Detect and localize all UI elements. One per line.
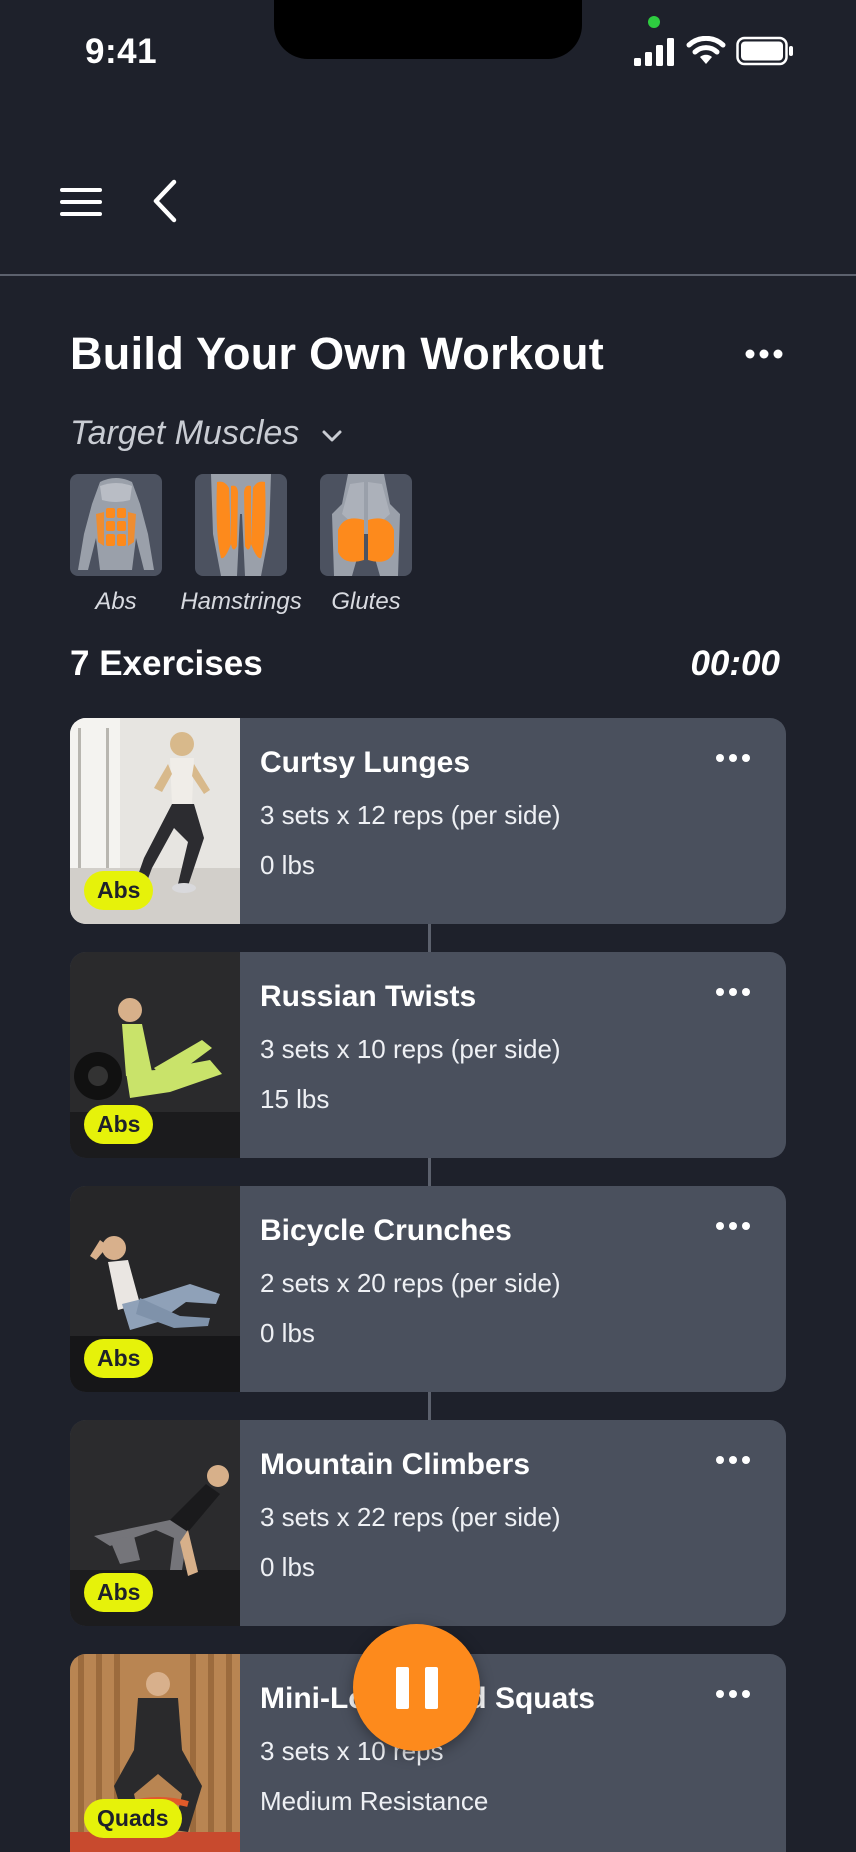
muscle-tag: Abs [84,1105,154,1144]
muscle-chip-glutes[interactable]: Glutes [320,474,412,616]
exercise-name: Mountain Climbers [260,1448,531,1481]
exercise-sets: 3 sets x 10 reps (per side) [260,1034,561,1064]
exercise-thumbnail: Abs [70,1420,240,1626]
exercise-weight: 0 lbs [260,1318,315,1348]
pause-button[interactable] [353,1624,480,1751]
exercise-name: Bicycle Crunches [260,1214,512,1247]
device-notch [274,0,582,59]
page-title: Build Your Own Workout [70,328,605,379]
exercise-thumbnail: Quads [70,1654,240,1852]
exercise-name: Curtsy Lunges [260,746,471,779]
card-connector [428,924,431,952]
cellular-signal-icon [634,38,674,66]
exercise-sets: 3 sets x 12 reps (per side) [260,800,561,830]
muscle-chip-hamstrings[interactable]: Hamstrings [180,474,302,616]
wifi-icon [686,36,726,64]
exercise-name: Russian Twists [260,980,477,1013]
exercise-count: 7 Exercises [70,644,263,683]
target-muscles-dropdown[interactable]: Target Muscles [70,414,343,453]
more-options-icon[interactable] [715,1686,751,1702]
card-connector [428,1158,431,1186]
muscle-chip-abs[interactable]: Abs [70,474,162,616]
muscle-label: Glutes [331,588,401,615]
muscle-label: Hamstrings [180,588,302,615]
status-time: 9:41 [85,32,158,71]
muscle-tag: Quads [84,1799,182,1838]
exercise-card[interactable]: Abs Mountain Climbers 3 sets x 22 reps (… [70,1420,786,1626]
glutes-muscle-icon [320,474,412,576]
exercise-thumbnail: Abs [70,718,240,924]
battery-icon [736,36,793,66]
muscle-tag: Abs [84,871,154,910]
status-bar: 9:41 [0,0,856,100]
hamburger-menu-icon[interactable] [58,182,104,222]
exercise-card[interactable]: Abs Curtsy Lunges 3 sets x 12 reps (per … [70,718,786,924]
exercise-thumbnail: Abs [70,952,240,1158]
exercise-weight: 0 lbs [260,1552,315,1582]
more-options-icon[interactable] [715,750,751,766]
exercise-card[interactable]: Abs Bicycle Crunches 2 sets x 20 reps (p… [70,1186,786,1392]
muscle-tag: Abs [84,1339,154,1378]
abs-muscle-icon [70,474,162,576]
more-options-icon[interactable] [715,984,751,1000]
chevron-down-icon [322,430,342,441]
exercise-thumbnail: Abs [70,1186,240,1392]
camera-indicator-icon [648,16,660,28]
exercise-weight: 0 lbs [260,850,315,880]
more-options-icon[interactable] [715,1218,751,1234]
exercise-sets: 3 sets x 22 reps (per side) [260,1502,561,1532]
workout-timer: 00:00 [690,644,780,683]
muscle-label: Abs [95,588,137,615]
more-options-icon[interactable] [744,344,784,364]
exercise-card[interactable]: Abs Russian Twists 3 sets x 10 reps (per… [70,952,786,1158]
exercise-weight: Medium Resistance [260,1786,489,1816]
target-muscles-list: Abs Hamstrings Glutes [70,474,412,616]
muscle-tag: Abs [84,1573,154,1612]
card-connector [428,1392,431,1420]
more-options-icon[interactable] [715,1452,751,1468]
top-navigation [0,150,856,276]
exercise-sets: 2 sets x 20 reps (per side) [260,1268,561,1298]
target-muscles-label: Target Muscles [70,414,300,452]
hamstrings-muscle-icon [195,474,287,576]
exercise-weight: 15 lbs [260,1084,330,1114]
back-chevron-icon[interactable] [148,176,182,226]
pause-icon [395,1666,409,1709]
